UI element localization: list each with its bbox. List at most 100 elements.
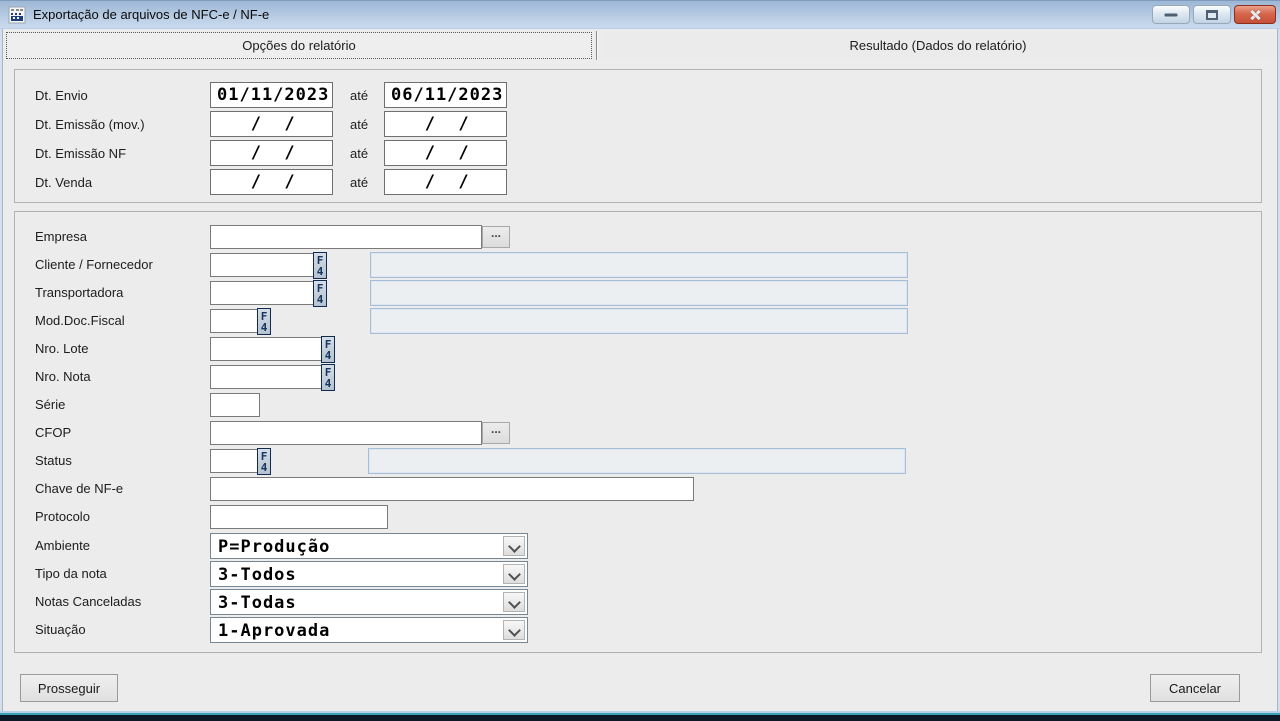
notas-canceladas-label: Notas Canceladas bbox=[35, 594, 141, 609]
chevron-down-icon[interactable] bbox=[503, 620, 525, 640]
ellipsis-icon: ... bbox=[491, 226, 501, 240]
protocolo-label: Protocolo bbox=[35, 509, 90, 524]
nro-nota-f4-button[interactable]: F 4 bbox=[321, 364, 335, 391]
cliente-code-input[interactable] bbox=[210, 253, 314, 277]
notas-canceladas-select[interactable]: 3-Todas bbox=[210, 589, 528, 615]
f4-icon: F bbox=[317, 283, 324, 294]
ambiente-value: P=Produção bbox=[218, 537, 330, 557]
f4-icon: 4 bbox=[261, 462, 268, 473]
tipo-nota-select[interactable]: 3-Todos bbox=[210, 561, 528, 587]
f4-icon: F bbox=[261, 311, 268, 322]
cliente-description-field bbox=[370, 252, 908, 278]
mod-doc-fiscal-f4-button[interactable]: F 4 bbox=[257, 308, 271, 335]
dt-venda-to-input[interactable] bbox=[384, 169, 507, 195]
cfop-input[interactable] bbox=[210, 421, 482, 445]
dt-emissao-mov-label: Dt. Emissão (mov.) bbox=[35, 117, 145, 132]
window-bottom-border-navy bbox=[0, 715, 1280, 721]
f4-icon: 4 bbox=[317, 266, 324, 277]
empresa-label: Empresa bbox=[35, 229, 87, 244]
f4-icon: F bbox=[325, 339, 332, 350]
prosseguir-button[interactable]: Prosseguir bbox=[20, 674, 118, 702]
f4-icon: F bbox=[261, 451, 268, 462]
mod-doc-fiscal-label: Mod.Doc.Fiscal bbox=[35, 313, 125, 328]
maximize-icon bbox=[1206, 10, 1218, 20]
status-label: Status bbox=[35, 453, 72, 468]
app-icon bbox=[8, 6, 26, 24]
status-f4-button[interactable]: F 4 bbox=[257, 448, 271, 475]
ambiente-select[interactable]: P=Produção bbox=[210, 533, 528, 559]
tab-resultado-label: Resultado (Dados do relatório) bbox=[849, 38, 1026, 53]
mod-doc-fiscal-description-field bbox=[370, 308, 908, 334]
dt-envio-until-label: até bbox=[350, 88, 368, 103]
f4-icon: 4 bbox=[261, 322, 268, 333]
nro-nota-input[interactable] bbox=[210, 365, 322, 389]
titlebar[interactable]: Exportação de arquivos de NFC-e / NF-e bbox=[0, 1, 1280, 29]
cliente-f4-button[interactable]: F 4 bbox=[313, 252, 327, 279]
f4-icon: 4 bbox=[317, 294, 324, 305]
window-left-border bbox=[0, 1, 3, 720]
dt-venda-from-input[interactable] bbox=[210, 169, 333, 195]
nro-lote-f4-button[interactable]: F 4 bbox=[321, 336, 335, 363]
dt-emissao-mov-until-label: até bbox=[350, 117, 368, 132]
dt-emissao-nf-from-input[interactable] bbox=[210, 140, 333, 166]
dt-venda-label: Dt. Venda bbox=[35, 175, 92, 190]
serie-input[interactable] bbox=[210, 393, 260, 417]
f4-icon: 4 bbox=[325, 350, 332, 361]
notas-canceladas-value: 3-Todas bbox=[218, 593, 297, 613]
chave-nfe-input[interactable] bbox=[210, 477, 694, 501]
tab-opcoes-relatorio[interactable]: Opções do relatório bbox=[6, 32, 592, 59]
date-filters-groupbox bbox=[14, 69, 1262, 203]
chevron-down-icon[interactable] bbox=[503, 592, 525, 612]
nro-lote-label: Nro. Lote bbox=[35, 341, 88, 356]
situacao-select[interactable]: 1-Aprovada bbox=[210, 617, 528, 643]
empresa-input[interactable] bbox=[210, 225, 482, 249]
maximize-button[interactable] bbox=[1193, 5, 1231, 24]
f4-icon: F bbox=[317, 255, 324, 266]
cfop-browse-button[interactable]: ... bbox=[482, 422, 510, 444]
transportadora-f4-button[interactable]: F 4 bbox=[313, 280, 327, 307]
minimize-button[interactable] bbox=[1152, 5, 1190, 24]
nro-lote-input[interactable] bbox=[210, 337, 322, 361]
dt-emissao-mov-to-input[interactable] bbox=[384, 111, 507, 137]
minimize-icon bbox=[1165, 13, 1178, 16]
dt-envio-label: Dt. Envio bbox=[35, 88, 88, 103]
nro-nota-label: Nro. Nota bbox=[35, 369, 91, 384]
tipo-nota-value: 3-Todos bbox=[218, 565, 297, 585]
ellipsis-icon: ... bbox=[491, 422, 501, 436]
chevron-down-icon[interactable] bbox=[503, 536, 525, 556]
protocolo-input[interactable] bbox=[210, 505, 388, 529]
f4-icon: F bbox=[325, 367, 332, 378]
dt-emissao-nf-label: Dt. Emissão NF bbox=[35, 146, 126, 161]
f4-icon: 4 bbox=[325, 378, 332, 389]
transportadora-label: Transportadora bbox=[35, 285, 123, 300]
chevron-down-icon[interactable] bbox=[503, 564, 525, 584]
dt-envio-from-input[interactable] bbox=[210, 82, 333, 108]
mod-doc-fiscal-code-input[interactable] bbox=[210, 309, 258, 333]
tab-resultado[interactable]: Resultado (Dados do relatório) bbox=[602, 32, 1274, 59]
tab-separator bbox=[596, 31, 598, 60]
export-dialog-window: Exportação de arquivos de NFC-e / NF-e O… bbox=[0, 0, 1280, 720]
close-icon bbox=[1248, 8, 1262, 22]
transportadora-description-field bbox=[370, 280, 908, 306]
dt-emissao-mov-from-input[interactable] bbox=[210, 111, 333, 137]
situacao-label: Situação bbox=[35, 622, 86, 637]
cliente-fornecedor-label: Cliente / Fornecedor bbox=[35, 257, 153, 272]
serie-label: Série bbox=[35, 397, 65, 412]
cancelar-button[interactable]: Cancelar bbox=[1150, 674, 1240, 702]
transportadora-code-input[interactable] bbox=[210, 281, 314, 305]
close-button[interactable] bbox=[1234, 5, 1276, 24]
cfop-label: CFOP bbox=[35, 425, 71, 440]
ambiente-label: Ambiente bbox=[35, 538, 90, 553]
situacao-value: 1-Aprovada bbox=[218, 621, 330, 641]
tab-opcoes-label: Opções do relatório bbox=[242, 38, 355, 53]
empresa-browse-button[interactable]: ... bbox=[482, 226, 510, 248]
status-description-field bbox=[368, 448, 906, 474]
tipo-nota-label: Tipo da nota bbox=[35, 566, 107, 581]
window-title: Exportação de arquivos de NFC-e / NF-e bbox=[33, 7, 269, 22]
dt-envio-to-input[interactable] bbox=[384, 82, 507, 108]
dt-emissao-nf-until-label: até bbox=[350, 146, 368, 161]
status-code-input[interactable] bbox=[210, 449, 258, 473]
dt-venda-until-label: até bbox=[350, 175, 368, 190]
chave-nfe-label: Chave de NF-e bbox=[35, 481, 123, 496]
dt-emissao-nf-to-input[interactable] bbox=[384, 140, 507, 166]
